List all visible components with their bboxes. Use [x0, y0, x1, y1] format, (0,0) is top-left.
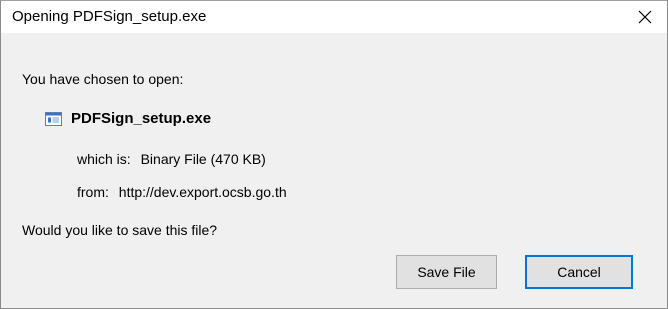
- chosen-label: You have chosen to open:: [22, 71, 184, 87]
- close-button[interactable]: [623, 1, 667, 33]
- executable-file-icon: [45, 111, 62, 126]
- save-file-button[interactable]: Save File: [396, 255, 497, 289]
- title-bar: Opening PDFSign_setup.exe: [1, 1, 667, 33]
- file-name: PDFSign_setup.exe: [71, 110, 212, 127]
- download-dialog: Opening PDFSign_setup.exe You have chose…: [0, 0, 668, 309]
- file-row: PDFSign_setup.exe: [45, 110, 211, 127]
- from-label: from:: [77, 184, 109, 200]
- save-question: Would you like to save this file?: [22, 222, 218, 238]
- close-icon: [638, 10, 652, 24]
- file-type-row: which is: Binary File (470 KB): [77, 151, 266, 167]
- file-type-value: Binary File (470 KB): [140, 151, 266, 167]
- file-source-value: http://dev.export.ocsb.go.th: [118, 184, 287, 200]
- which-label: which is:: [77, 151, 131, 167]
- file-source-row: from: http://dev.export.ocsb.go.th: [77, 184, 287, 200]
- cancel-button[interactable]: Cancel: [525, 255, 633, 289]
- dialog-body: You have chosen to open: PDFSign_setup.e…: [1, 33, 667, 308]
- window-title: Opening PDFSign_setup.exe: [12, 8, 207, 25]
